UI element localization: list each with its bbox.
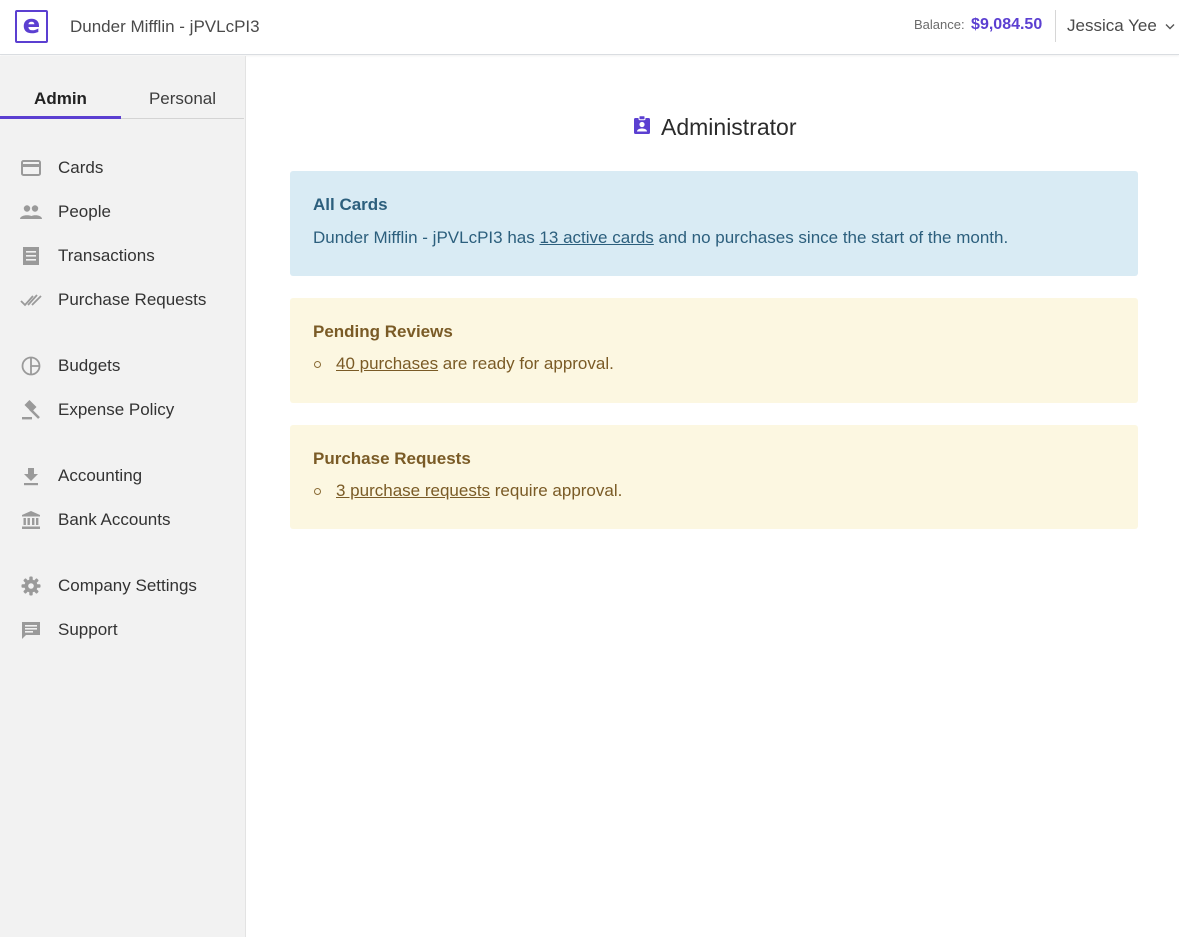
download-icon [20, 465, 42, 487]
sidebar-item-budgets[interactable]: Budgets [20, 352, 120, 380]
gavel-icon [20, 399, 42, 421]
sidebar-item-bank-accounts[interactable]: Bank Accounts [20, 506, 170, 534]
sidebar-tabs: Admin Personal [0, 86, 244, 119]
list-item: 3 purchase requests require approval. [313, 481, 1115, 501]
sidebar-item-label: Company Settings [58, 576, 197, 595]
sidebar-item-accounting[interactable]: Accounting [20, 462, 142, 490]
all-cards-text: Dunder Mifflin - jPVLcPI3 has 13 active … [313, 227, 1115, 249]
bullet-icon [314, 487, 321, 495]
active-cards-link[interactable]: 13 active cards [539, 228, 653, 247]
logo-e-icon: e [22, 10, 41, 40]
gear-icon [20, 575, 42, 597]
page-title-text: Administrator [661, 114, 797, 140]
sidebar-item-label: Budgets [58, 356, 121, 375]
sidebar-item-label: Bank Accounts [58, 510, 171, 529]
sidebar-item-label: People [58, 202, 111, 221]
sidebar-item-label: Cards [58, 158, 104, 177]
all-cards-text-prefix: Dunder Mifflin - jPVLcPI3 has [313, 228, 540, 247]
tab-personal[interactable]: Personal [121, 86, 244, 119]
purchase-requests-link[interactable]: 3 purchase requests [336, 481, 490, 500]
chevron-down-icon [1165, 23, 1175, 30]
sidebar-item-label: Transactions [58, 246, 155, 265]
tab-admin[interactable]: Admin [0, 86, 121, 119]
sidebar-item-purchase-requests[interactable]: Purchase Requests [20, 286, 206, 314]
sidebar-item-expense-policy[interactable]: Expense Policy [20, 396, 174, 424]
sidebar-item-label: Purchase Requests [58, 290, 207, 309]
user-menu[interactable]: Jessica Yee [1067, 16, 1175, 36]
app-logo[interactable]: e [15, 10, 48, 43]
sidebar-item-label: Support [58, 620, 118, 639]
sidebar-item-transactions[interactable]: Transactions [20, 242, 155, 270]
people-icon [20, 201, 42, 223]
purchase-requests-title: Purchase Requests [313, 449, 471, 468]
all-cards-title: All Cards [313, 195, 388, 214]
purchase-requests-panel: Purchase Requests 3 purchase requests re… [290, 425, 1138, 529]
sidebar-item-cards[interactable]: Cards [20, 154, 103, 182]
sidebar-item-label: Expense Policy [58, 400, 175, 419]
badge-icon [633, 115, 651, 140]
balance: Balance: $9,084.50 [914, 16, 1042, 34]
bullet-icon [314, 360, 321, 368]
pending-reviews-title: Pending Reviews [313, 322, 453, 341]
sidebar-item-company-settings[interactable]: Company Settings [20, 572, 197, 600]
user-name: Jessica Yee [1067, 16, 1157, 35]
company-name: Dunder Mifflin - jPVLcPI3 [70, 17, 260, 36]
top-bar: e Dunder Mifflin - jPVLcPI3 Balance: $9,… [0, 0, 1179, 55]
all-cards-text-suffix: and no purchases since the start of the … [653, 228, 1009, 247]
bank-icon [20, 509, 42, 531]
sidebar-item-people[interactable]: People [20, 198, 111, 226]
pending-reviews-suffix: are ready for approval. [438, 354, 614, 373]
page-title: Administrator [633, 114, 796, 141]
double-check-icon [20, 289, 42, 311]
balance-value: $9,084.50 [971, 16, 1043, 33]
chat-icon [20, 619, 42, 641]
purchase-requests-suffix: require approval. [490, 481, 623, 500]
sidebar-item-label: Accounting [58, 466, 143, 485]
header-divider [1055, 10, 1056, 42]
receipt-icon [20, 245, 42, 267]
credit-card-icon [20, 157, 42, 179]
pie-chart-icon [20, 355, 42, 377]
pending-reviews-panel: Pending Reviews 40 purchases are ready f… [290, 298, 1138, 403]
all-cards-panel: All Cards Dunder Mifflin - jPVLcPI3 has … [290, 171, 1138, 276]
list-item: 40 purchases are ready for approval. [313, 354, 1115, 374]
sidebar-item-support[interactable]: Support [20, 616, 118, 644]
balance-label: Balance: [914, 17, 965, 32]
sidebar: Admin Personal Cards People Transactions… [0, 56, 246, 937]
purchases-link[interactable]: 40 purchases [336, 354, 438, 373]
